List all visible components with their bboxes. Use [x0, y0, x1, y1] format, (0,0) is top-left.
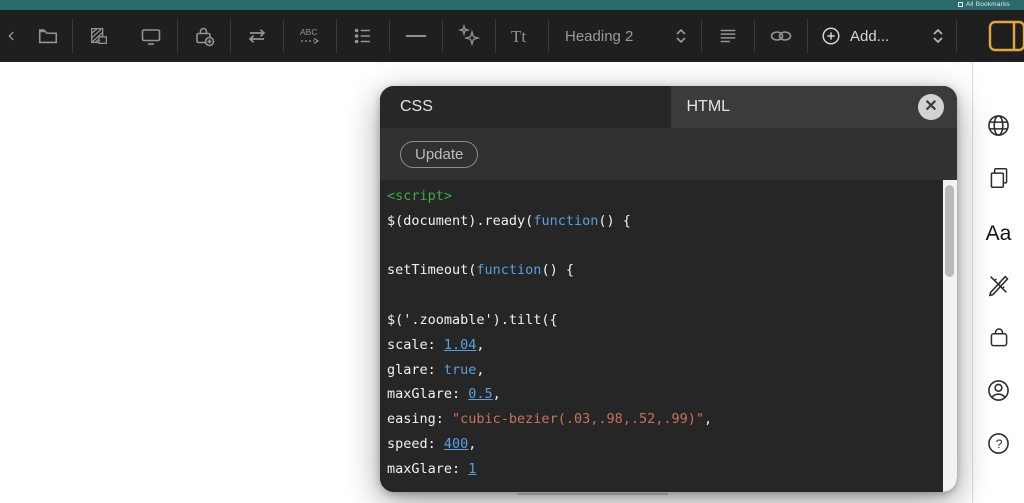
globe-icon — [985, 112, 1012, 144]
spellcheck-button[interactable]: ABC — [284, 10, 336, 62]
tt-icon-text: Tt — [511, 27, 526, 46]
align-button[interactable] — [702, 10, 754, 62]
right-sidebar: Aa ? — [972, 62, 1024, 503]
yellow-bookmark-icon — [986, 19, 1024, 53]
horizontal-rule-icon — [403, 25, 429, 47]
align-lines-icon — [717, 25, 739, 47]
bullet-list-button[interactable] — [337, 10, 389, 62]
bag-icon — [986, 324, 1012, 355]
code-editor-modal: CSS HTML ✕ Update <script> $(document).re… — [380, 86, 957, 492]
swap-arrows-button[interactable] — [231, 10, 283, 62]
code-scrollbar-thumb[interactable] — [945, 185, 954, 277]
sidebar-item-account[interactable] — [985, 379, 1012, 406]
background-content-edge — [517, 493, 668, 495]
abc-icon-text: ABC — [300, 27, 317, 37]
code-lines: <script> $(document).ready(function() { s… — [387, 188, 713, 477]
sidebar-item-bag[interactable] — [985, 326, 1012, 353]
text-aa-icon: Aa — [985, 222, 1012, 245]
updown-chevrons-icon — [673, 26, 689, 46]
display-button[interactable] — [125, 10, 177, 62]
sidebar-item-help[interactable]: ? — [985, 432, 1012, 459]
sidebar-item-pages[interactable] — [985, 167, 1012, 194]
toolbar-separator — [956, 19, 957, 53]
add-dropdown-button[interactable]: Add... — [808, 10, 956, 62]
code-editor-area[interactable]: <script> $(document).ready(function() { s… — [380, 180, 957, 492]
tab-css[interactable]: CSS — [380, 86, 671, 128]
pages-icon — [986, 165, 1012, 196]
highlighted-panel-button[interactable] — [978, 10, 1024, 62]
sidebar-item-web[interactable] — [985, 114, 1012, 141]
back-chevron-icon — [4, 28, 20, 44]
sidebar-item-design-tools[interactable] — [985, 273, 1012, 300]
hatched-page-icon — [88, 25, 110, 47]
help-glyph-text: ? — [996, 437, 1003, 451]
lock-add-button[interactable] — [178, 10, 230, 62]
help-icon: ? — [985, 430, 1012, 462]
display-icon — [139, 24, 163, 48]
design-tools-icon — [985, 271, 1012, 303]
update-button[interactable]: Update — [400, 140, 479, 168]
horizontal-rule-button[interactable] — [390, 10, 442, 62]
updown-chevrons-icon — [930, 26, 946, 46]
bookmarks-indicator[interactable]: All Bookmarks — [957, 1, 1010, 8]
heading-style-select[interactable]: Heading 2 — [549, 10, 701, 62]
hatched-page-button[interactable] — [73, 10, 125, 62]
modal-action-bar: Update — [380, 128, 957, 180]
spellcheck-abc-icon: ABC — [297, 24, 323, 48]
swap-arrows-icon — [245, 24, 269, 48]
modal-tab-bar: CSS HTML ✕ — [380, 86, 957, 128]
close-button[interactable]: ✕ — [918, 94, 944, 120]
bookmarks-label: All Bookmarks — [965, 1, 1010, 8]
heading-select-value: Heading 2 — [565, 27, 634, 45]
link-button[interactable] — [755, 10, 807, 62]
add-button-label: Add... — [850, 27, 890, 45]
bullet-list-icon — [352, 25, 374, 47]
lock-add-icon — [192, 24, 216, 48]
text-style-button[interactable]: Tt — [496, 10, 548, 62]
sparkle-button[interactable] — [443, 10, 495, 62]
top-menu-strip: All Bookmarks — [0, 0, 1024, 10]
text-style-icon: Tt — [507, 23, 537, 49]
folder-icon — [37, 25, 59, 47]
link-chain-icon — [767, 25, 795, 47]
main-toolbar: ABC Tt Heading 2 Add... — [0, 10, 1024, 62]
bookmarks-checkbox-icon — [957, 2, 963, 7]
sidebar-item-text[interactable]: Aa — [985, 220, 1012, 247]
app-window: All Bookmarks ABC Tt Heading 2 Add... Aa… — [0, 0, 1024, 503]
folder-button[interactable] — [24, 10, 72, 62]
back-button[interactable] — [0, 10, 24, 62]
tab-html[interactable]: HTML — [671, 86, 958, 128]
account-icon — [985, 377, 1012, 409]
code-scrollbar-track[interactable] — [943, 180, 957, 492]
add-circle-plus-icon — [820, 25, 842, 47]
sparkle-stars-icon — [456, 23, 482, 49]
